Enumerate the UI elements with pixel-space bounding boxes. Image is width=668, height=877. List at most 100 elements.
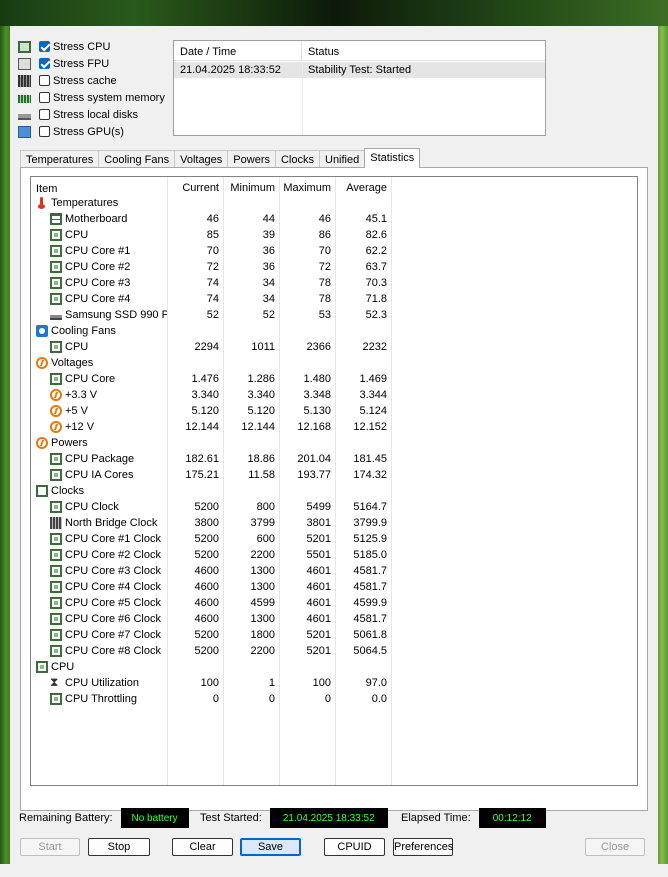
column-header-minimum[interactable]: Minimum bbox=[223, 177, 279, 195]
disk-icon bbox=[18, 113, 31, 120]
column-header-average[interactable]: Average bbox=[335, 177, 391, 195]
tab-unified[interactable]: Unified bbox=[319, 150, 366, 168]
stress-checkbox[interactable] bbox=[39, 75, 50, 86]
table-row[interactable]: CPU Core #3 74 34 78 70.3 bbox=[31, 275, 637, 291]
table-row[interactable]: CPU Core #8 Clock 5200 2200 5201 5064.5 bbox=[31, 643, 637, 659]
cpuid-button[interactable]: CPUID bbox=[324, 838, 385, 856]
group-row[interactable]: Voltages bbox=[31, 355, 637, 371]
table-row[interactable]: Motherboard 46 44 46 45.1 bbox=[31, 211, 637, 227]
stress-option-label[interactable]: Stress cache bbox=[53, 75, 117, 87]
sensor-icon bbox=[50, 613, 62, 625]
column-header-item[interactable]: Item bbox=[31, 177, 167, 195]
table-row[interactable]: CPU Throttling 0 0 0 0.0 bbox=[31, 691, 637, 707]
stop-button[interactable]: Stop bbox=[88, 838, 150, 856]
stress-option-label[interactable]: Stress system memory bbox=[53, 92, 165, 104]
table-row[interactable]: North Bridge Clock 3800 3799 3801 3799.9 bbox=[31, 515, 637, 531]
table-row[interactable]: CPU Core #1 70 36 70 62.2 bbox=[31, 243, 637, 259]
table-row[interactable]: CPU Core #3 Clock 4600 1300 4601 4581.7 bbox=[31, 563, 637, 579]
hourglass-icon bbox=[50, 677, 62, 689]
table-row[interactable]: Samsung SSD 990 PR... 52 52 53 52.3 bbox=[31, 307, 637, 323]
table-row[interactable]: CPU Core #6 Clock 4600 1300 4601 4581.7 bbox=[31, 611, 637, 627]
start-button[interactable]: Start bbox=[20, 838, 80, 856]
stress-option[interactable]: Stress local disks bbox=[18, 106, 165, 123]
group-row[interactable]: Clocks bbox=[31, 483, 637, 499]
status-log-row[interactable]: 21.04.2025 18:33:52 Stability Test: Star… bbox=[174, 62, 545, 78]
table-row[interactable]: CPU Core #5 Clock 4600 4599 4601 4599.9 bbox=[31, 595, 637, 611]
table-row[interactable]: +12 V 12.144 12.144 12.168 12.152 bbox=[31, 419, 637, 435]
table-row[interactable]: CPU Core #4 74 34 78 71.8 bbox=[31, 291, 637, 307]
table-row[interactable]: CPU Utilization 100 1 100 97.0 bbox=[31, 675, 637, 691]
preferences-button[interactable]: Preferences bbox=[393, 838, 453, 856]
group-row[interactable]: Cooling Fans bbox=[31, 323, 637, 339]
close-button[interactable]: Close bbox=[585, 838, 645, 856]
minimum-value: 4599 bbox=[250, 597, 275, 609]
stress-option[interactable]: Stress system memory bbox=[18, 89, 165, 106]
statistics-table[interactable]: Item Current Minimum Maximum Average Tem… bbox=[30, 176, 638, 786]
item-label: Temperatures bbox=[51, 197, 119, 209]
table-row[interactable]: +5 V 5.120 5.120 5.130 5.124 bbox=[31, 403, 637, 419]
table-row[interactable]: +3.3 V 3.340 3.340 3.348 3.344 bbox=[31, 387, 637, 403]
table-row[interactable]: CPU Core #4 Clock 4600 1300 4601 4581.7 bbox=[31, 579, 637, 595]
maximum-value: 78 bbox=[318, 277, 331, 289]
stress-checkbox[interactable] bbox=[39, 58, 50, 69]
tab-clocks[interactable]: Clocks bbox=[274, 150, 320, 168]
clock-icon bbox=[36, 485, 48, 497]
item-label: North Bridge Clock bbox=[65, 517, 158, 529]
minimum-value: 800 bbox=[256, 501, 275, 513]
maximum-value: 72 bbox=[318, 261, 331, 273]
item-label: CPU Core #5 Clock bbox=[65, 597, 161, 609]
table-row[interactable]: CPU Core #2 Clock 5200 2200 5501 5185.0 bbox=[31, 547, 637, 563]
maximum-value: 46 bbox=[318, 213, 331, 225]
maximum-value: 53 bbox=[318, 309, 331, 321]
tab-statistics[interactable]: Statistics bbox=[364, 148, 421, 168]
stress-checkbox[interactable] bbox=[39, 92, 50, 103]
average-value: 3799.9 bbox=[353, 517, 387, 529]
current-value: 4600 bbox=[194, 613, 219, 625]
stress-checkbox[interactable] bbox=[39, 126, 50, 137]
stress-option[interactable]: Stress GPU(s) bbox=[18, 123, 165, 140]
group-row[interactable]: Temperatures bbox=[31, 195, 637, 211]
group-row[interactable]: CPU bbox=[31, 659, 637, 675]
current-value: 5200 bbox=[194, 533, 219, 545]
tab-temperatures[interactable]: Temperatures bbox=[20, 150, 100, 168]
stress-option-label[interactable]: Stress FPU bbox=[53, 58, 109, 70]
stress-option[interactable]: Stress CPU bbox=[18, 38, 165, 55]
column-divider bbox=[335, 177, 336, 785]
column-header-status[interactable]: Status bbox=[302, 41, 345, 60]
table-row[interactable]: CPU 2294 1011 2366 2232 bbox=[31, 339, 637, 355]
item-label: CPU Core #4 Clock bbox=[65, 581, 161, 593]
group-row[interactable]: Powers bbox=[31, 435, 637, 451]
item-cell: CPU Core #6 Clock bbox=[31, 613, 167, 625]
window-bottom-edge bbox=[0, 864, 668, 877]
voltage-icon bbox=[36, 357, 48, 369]
table-row[interactable]: CPU 85 39 86 82.6 bbox=[31, 227, 637, 243]
table-row[interactable]: CPU Core #7 Clock 5200 1800 5201 5061.8 bbox=[31, 627, 637, 643]
save-button[interactable]: Save bbox=[240, 838, 301, 856]
table-row[interactable]: CPU Core #1 Clock 5200 600 5201 5125.9 bbox=[31, 531, 637, 547]
table-row[interactable]: CPU Package 182.61 18.86 201.04 181.45 bbox=[31, 451, 637, 467]
item-cell: CPU Utilization bbox=[31, 677, 167, 689]
status-log[interactable]: Date / Time Status 21.04.2025 18:33:52 S… bbox=[173, 40, 546, 136]
stress-option[interactable]: Stress FPU bbox=[18, 55, 165, 72]
item-label: CPU Package bbox=[65, 453, 135, 465]
stress-option-label[interactable]: Stress CPU bbox=[53, 41, 110, 53]
current-value: 70 bbox=[206, 245, 219, 257]
stress-checkbox[interactable] bbox=[39, 109, 50, 120]
column-header-current[interactable]: Current bbox=[167, 177, 223, 195]
stress-checkbox[interactable] bbox=[39, 41, 50, 52]
table-row[interactable]: CPU Clock 5200 800 5499 5164.7 bbox=[31, 499, 637, 515]
tab-powers[interactable]: Powers bbox=[227, 150, 276, 168]
table-row[interactable]: CPU Core 1.476 1.286 1.480 1.469 bbox=[31, 371, 637, 387]
table-row[interactable]: CPU Core #2 72 36 72 63.7 bbox=[31, 259, 637, 275]
tab-cooling-fans[interactable]: Cooling Fans bbox=[98, 150, 176, 168]
current-value: 12.144 bbox=[185, 421, 219, 433]
average-value: 5185.0 bbox=[353, 549, 387, 561]
tab-voltages[interactable]: Voltages bbox=[174, 150, 229, 168]
column-header-datetime[interactable]: Date / Time bbox=[174, 41, 302, 60]
stress-option[interactable]: Stress cache bbox=[18, 72, 165, 89]
column-header-maximum[interactable]: Maximum bbox=[279, 177, 335, 195]
table-row[interactable]: CPU IA Cores 175.21 11.58 193.77 174.32 bbox=[31, 467, 637, 483]
clear-button[interactable]: Clear bbox=[172, 838, 233, 856]
stress-option-label[interactable]: Stress local disks bbox=[53, 109, 138, 121]
stress-option-label[interactable]: Stress GPU(s) bbox=[53, 126, 124, 138]
